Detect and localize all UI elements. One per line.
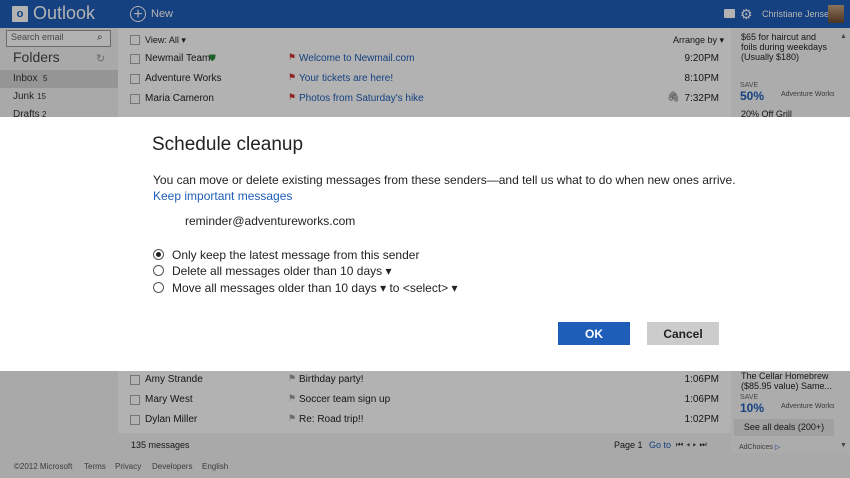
ok-button[interactable]: OK: [558, 322, 630, 345]
radio-button[interactable]: [153, 282, 164, 293]
option-label: Only keep the latest message from this s…: [172, 248, 420, 262]
dialog-description: You can move or delete existing messages…: [153, 173, 736, 187]
keep-important-link[interactable]: Keep important messages: [153, 189, 292, 203]
option-label: Delete all messages older than 10 days ▾: [172, 264, 392, 278]
sender-email: reminder@adventureworks.com: [185, 214, 356, 228]
schedule-cleanup-dialog: [0, 117, 850, 371]
radio-button[interactable]: [153, 265, 164, 276]
dialog-title: Schedule cleanup: [152, 134, 304, 155]
cancel-button[interactable]: Cancel: [647, 322, 719, 345]
option-keep-latest[interactable]: Only keep the latest message from this s…: [153, 248, 453, 264]
option-delete-older[interactable]: Delete all messages older than 10 days ▾: [153, 264, 453, 280]
option-label: Move all messages older than 10 days ▾ t…: [172, 281, 458, 295]
option-move-older[interactable]: Move all messages older than 10 days ▾ t…: [153, 281, 473, 297]
radio-button[interactable]: [153, 249, 164, 260]
